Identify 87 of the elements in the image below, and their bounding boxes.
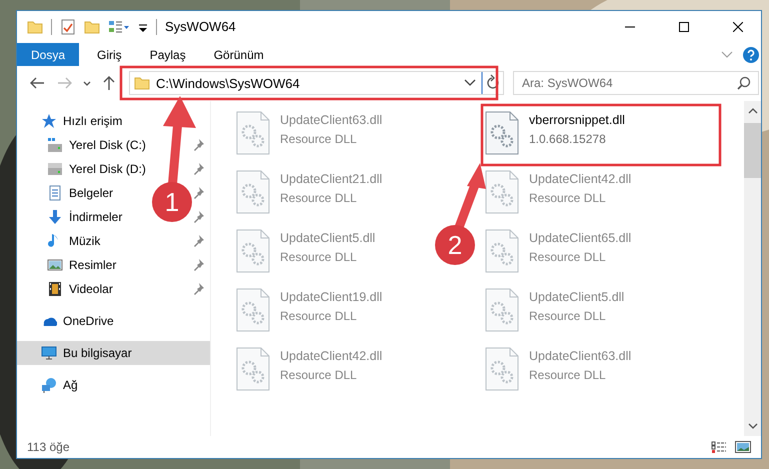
file-detail: Resource DLL [280, 308, 357, 325]
pin-icon[interactable] [193, 258, 205, 272]
nav-item[interactable]: OneDrive [17, 308, 210, 333]
search-field[interactable]: Ara: SysWOW64 [513, 71, 759, 96]
scroll-up-icon[interactable] [748, 106, 758, 115]
nav-item[interactable]: Yerel Disk (C:) [69, 136, 146, 154]
pin-icon[interactable] [193, 186, 205, 200]
nav-item[interactable]: Bu bilgisayar [17, 340, 210, 365]
nav-label: Bu bilgisayar [63, 344, 132, 362]
file-name[interactable]: UpdateClient21.dll [280, 170, 382, 189]
file-name[interactable]: UpdateClient63.dll [529, 346, 632, 366]
file-detail: Resource DLL [529, 366, 606, 384]
file-detail: Resource DLL [529, 248, 606, 266]
dll-file-icon[interactable] [485, 110, 519, 155]
file-detail: Resource DLL [529, 190, 606, 207]
file-name[interactable]: UpdateClient65.dll [529, 228, 632, 248]
file-name[interactable]: UpdateClient42.dll [529, 170, 632, 189]
file-name[interactable]: UpdateClient19.dll [280, 288, 382, 307]
address-path: C:\Windows\SysWOW64 [156, 74, 301, 93]
address-field[interactable]: C:\Windows\SysWOW64 [129, 71, 504, 96]
nav-icon [41, 376, 57, 393]
file-name[interactable]: UpdateClient5.dll [529, 288, 624, 307]
ribbon-tab[interactable]: Giriş [83, 43, 136, 66]
dropdown-icon[interactable] [463, 78, 477, 88]
pin-icon[interactable] [193, 138, 205, 152]
pin-icon[interactable] [193, 210, 205, 224]
dll-file-icon[interactable] [485, 228, 519, 273]
nav-label: Ağ [63, 376, 78, 394]
scrollbar-thumb[interactable] [744, 122, 761, 178]
nav-item[interactable]: Yerel Disk (D:) [69, 160, 146, 178]
scrollbar[interactable] [744, 100, 761, 436]
item-count: 113 öğe [27, 439, 70, 456]
folder-icon[interactable] [84, 19, 100, 35]
nav-label: OneDrive [63, 312, 114, 330]
scroll-down-icon[interactable] [748, 422, 758, 430]
folder-icon [134, 75, 150, 92]
file-detail: Resource DLL [280, 130, 357, 148]
file-detail: Resource DLL [280, 366, 357, 384]
dll-file-icon[interactable] [236, 110, 270, 155]
nav-item[interactable]: Belgeler [69, 184, 114, 202]
step-marker [152, 182, 192, 222]
step-number: 1 [164, 187, 180, 217]
checklist-icon[interactable] [60, 19, 76, 35]
nav-item[interactable]: Videolar [69, 280, 113, 298]
step-number: 2 [448, 230, 462, 260]
ribbon-tab[interactable]: Paylaş [136, 43, 200, 66]
view-list-icon[interactable] [108, 19, 130, 35]
file-detail: Resource DLL [280, 248, 357, 266]
nav-item[interactable]: Resimler [69, 256, 116, 274]
arrow-up-icon [101, 75, 117, 92]
large-icons-view-icon[interactable] [735, 441, 751, 454]
dll-file-icon[interactable] [236, 288, 270, 332]
chevron-down-icon[interactable] [721, 50, 733, 58]
maximize-icon [679, 22, 689, 32]
dll-file-icon[interactable] [236, 228, 270, 273]
dll-file-icon[interactable] [236, 346, 270, 391]
file-name[interactable]: vberrorsnippet.dll [529, 110, 625, 130]
dll-file-icon[interactable] [485, 288, 519, 332]
nav-icon [41, 112, 57, 129]
file-detail: Resource DLL [529, 308, 606, 325]
nav-item[interactable]: Ağ [17, 372, 210, 397]
pin-icon[interactable] [193, 234, 205, 248]
pin-icon[interactable] [193, 162, 205, 176]
file-name[interactable]: UpdateClient5.dll [280, 228, 376, 248]
nav-icon[interactable] [47, 280, 63, 297]
ribbon-tab[interactable]: Görünüm [200, 43, 278, 66]
close-icon [733, 22, 743, 32]
dll-file-icon[interactable] [485, 346, 519, 391]
dll-file-icon[interactable] [236, 170, 270, 214]
help-icon[interactable] [743, 46, 759, 62]
nav-item[interactable]: Hızlı erişim [17, 108, 210, 133]
nav-item[interactable]: Müzik [69, 232, 100, 250]
search-icon [737, 76, 751, 90]
nav-label: Hızlı erişim [63, 112, 122, 130]
chevron-down-icon [83, 80, 91, 86]
file-name[interactable]: UpdateClient63.dll [280, 110, 382, 130]
file-name[interactable]: UpdateClient42.dll [280, 346, 382, 366]
file-detail: Resource DLL [280, 190, 357, 207]
window-title: SysWOW64 [165, 18, 236, 36]
nav-item[interactable]: İndirmeler [69, 208, 122, 226]
pin-icon[interactable] [193, 282, 205, 296]
folder-icon[interactable] [27, 19, 43, 35]
file-detail: 1.0.668.15278 [529, 130, 606, 148]
dll-file-icon[interactable] [485, 170, 519, 214]
step-marker [435, 225, 475, 265]
nav-icon [41, 344, 57, 361]
details-view-icon[interactable] [711, 441, 727, 454]
